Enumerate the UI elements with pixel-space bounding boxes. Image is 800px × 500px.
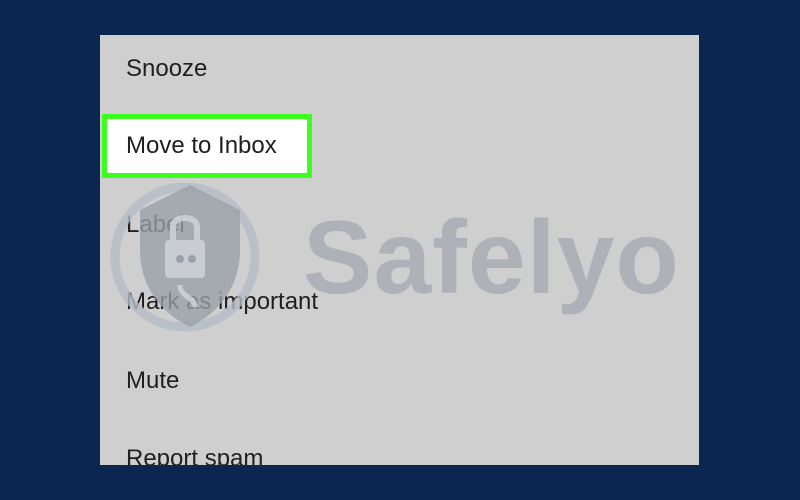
menu-item-label: Mute	[126, 367, 180, 394]
menu-item-mark-as-important[interactable]: Mark as important	[100, 272, 699, 332]
menu-item-label: Move to Inbox	[126, 132, 277, 159]
menu-item-label: Label	[126, 211, 185, 238]
menu-item-label-option[interactable]: Label	[100, 195, 699, 255]
menu-item-report-spam[interactable]: Report spam	[100, 429, 699, 465]
menu-item-label: Snooze	[126, 55, 208, 82]
menu-item-move-to-inbox[interactable]: Move to Inbox	[102, 114, 312, 178]
menu-item-label: Report spam	[126, 445, 264, 465]
menu-item-label: Mark as important	[126, 288, 319, 315]
context-menu: Snooze Move to Inbox Label Mark as impor…	[100, 35, 699, 465]
menu-item-snooze[interactable]: Snooze	[100, 39, 699, 99]
menu-item-mute[interactable]: Mute	[100, 351, 699, 411]
